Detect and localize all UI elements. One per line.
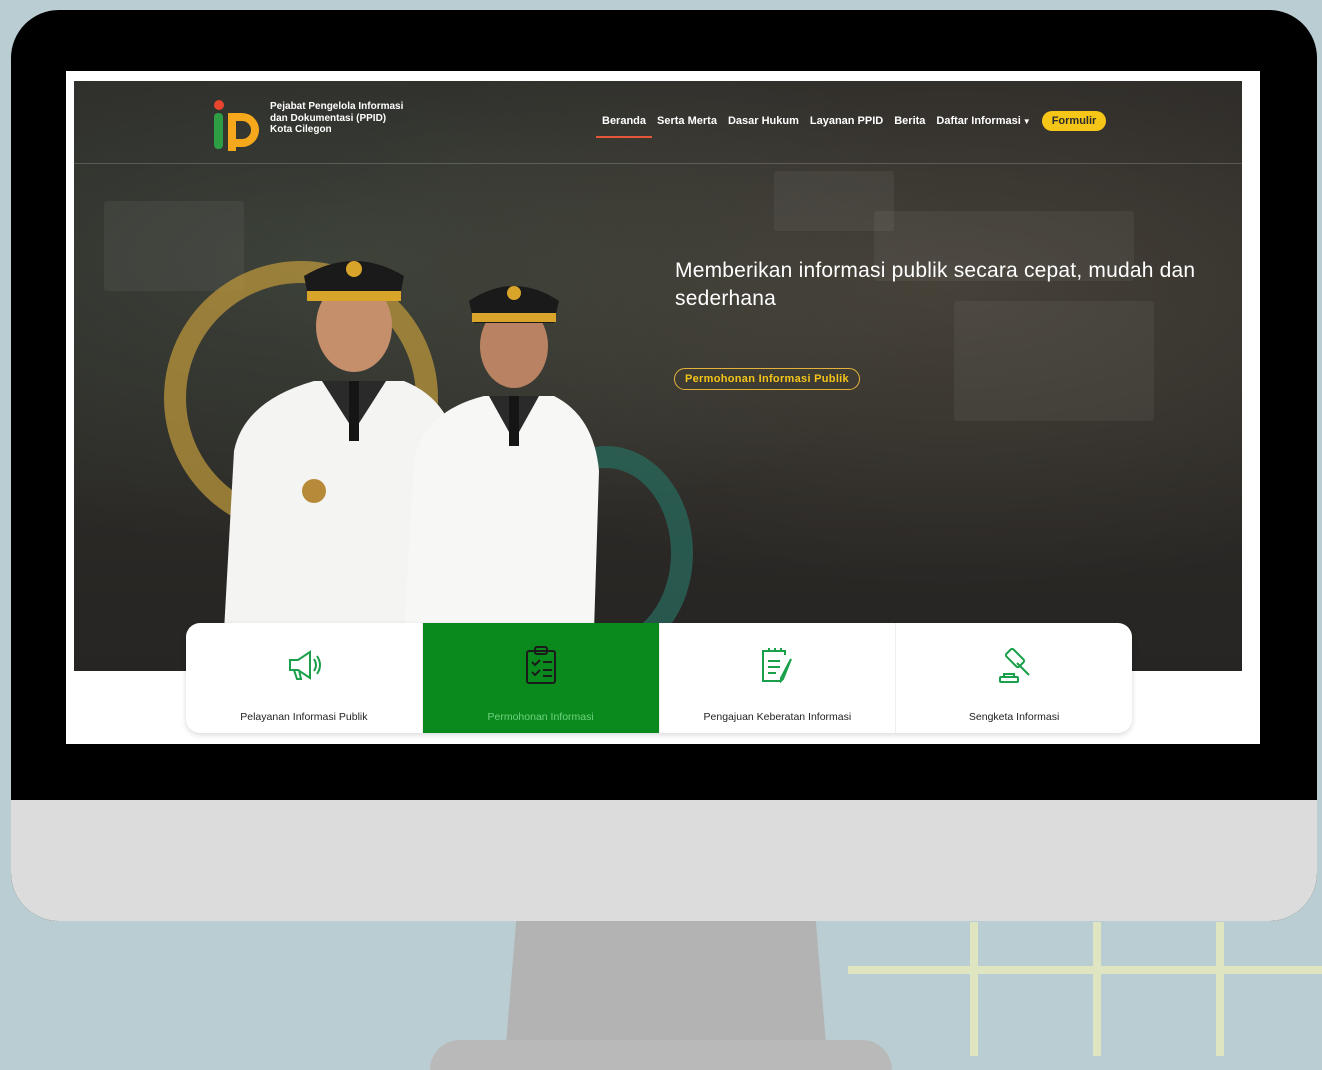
chevron-down-icon: ▼ xyxy=(1022,117,1031,126)
officials-photo xyxy=(224,261,599,631)
top-navbar: Pejabat Pengelola Informasi dan Dokument… xyxy=(74,81,1250,164)
brand-line-2: dan Dokumentasi (PPID) xyxy=(270,112,387,124)
brand-line-1: Pejabat Pengelola Informasi xyxy=(270,101,404,112)
clipboard-list-icon xyxy=(525,646,556,684)
nav-dasar-hukum[interactable]: Dasar Hukum xyxy=(728,115,799,127)
nav-serta-merta[interactable]: Serta Merta xyxy=(657,115,717,127)
gavel-icon xyxy=(999,647,1030,683)
document-edit-icon xyxy=(762,648,793,684)
hero-section: Pejabat Pengelola Informasi dan Dokument… xyxy=(74,81,1250,671)
card-pengajuan-keberatan-informasi[interactable]: Pengajuan Keberatan Informasi xyxy=(660,623,897,733)
megaphone-icon xyxy=(288,650,321,680)
nav-daftar-informasi-label: Daftar Informasi xyxy=(936,115,1021,127)
nav-beranda[interactable]: Beranda xyxy=(595,115,653,138)
website-screen: Pejabat Pengelola Informasi dan Dokument… xyxy=(66,71,1260,744)
formulir-button[interactable]: Formulir xyxy=(1041,111,1107,131)
ppid-logo[interactable] xyxy=(212,99,262,151)
card-sengketa-informasi[interactable]: Sengketa Informasi xyxy=(896,623,1132,733)
card-label: Permohonan Informasi xyxy=(487,711,594,723)
card-permohonan-informasi[interactable]: Permohonan Informasi xyxy=(422,623,660,733)
main-menu: Beranda Serta Merta Dasar Hukum Layanan … xyxy=(595,111,1107,138)
card-label: Sengketa Informasi xyxy=(968,711,1060,723)
decorative-line xyxy=(1093,922,1101,1056)
brand-line-3: Kota Cilegon xyxy=(270,124,332,135)
nav-berita[interactable]: Berita xyxy=(894,115,925,127)
permohonan-informasi-publik-button[interactable]: Permohonan Informasi Publik xyxy=(674,368,860,390)
card-pelayanan-informasi-publik[interactable]: Pelayanan Informasi Publik xyxy=(186,623,423,733)
decorative-line xyxy=(848,966,1322,974)
decorative-line xyxy=(1216,922,1224,1056)
decorative-line xyxy=(970,922,978,1056)
brand-name: Pejabat Pengelola Informasi dan Dokument… xyxy=(270,101,440,136)
monitor-stand-base xyxy=(430,1040,892,1070)
monitor-stand xyxy=(505,900,827,1056)
card-label: Pengajuan Keberatan Informasi xyxy=(703,711,852,723)
card-label: Pelayanan Informasi Publik xyxy=(240,711,368,723)
nav-layanan-ppid[interactable]: Layanan PPID xyxy=(810,115,883,127)
monitor-frame: Pejabat Pengelola Informasi dan Dokument… xyxy=(11,10,1317,921)
service-cards: Pelayanan Informasi Publik Permohonan In… xyxy=(186,623,1132,733)
monitor-chin xyxy=(11,800,1317,921)
nav-daftar-informasi[interactable]: Daftar Informasi ▼ xyxy=(936,115,1030,127)
hero-tagline: Memberikan informasi publik secara cepat… xyxy=(675,259,1196,310)
